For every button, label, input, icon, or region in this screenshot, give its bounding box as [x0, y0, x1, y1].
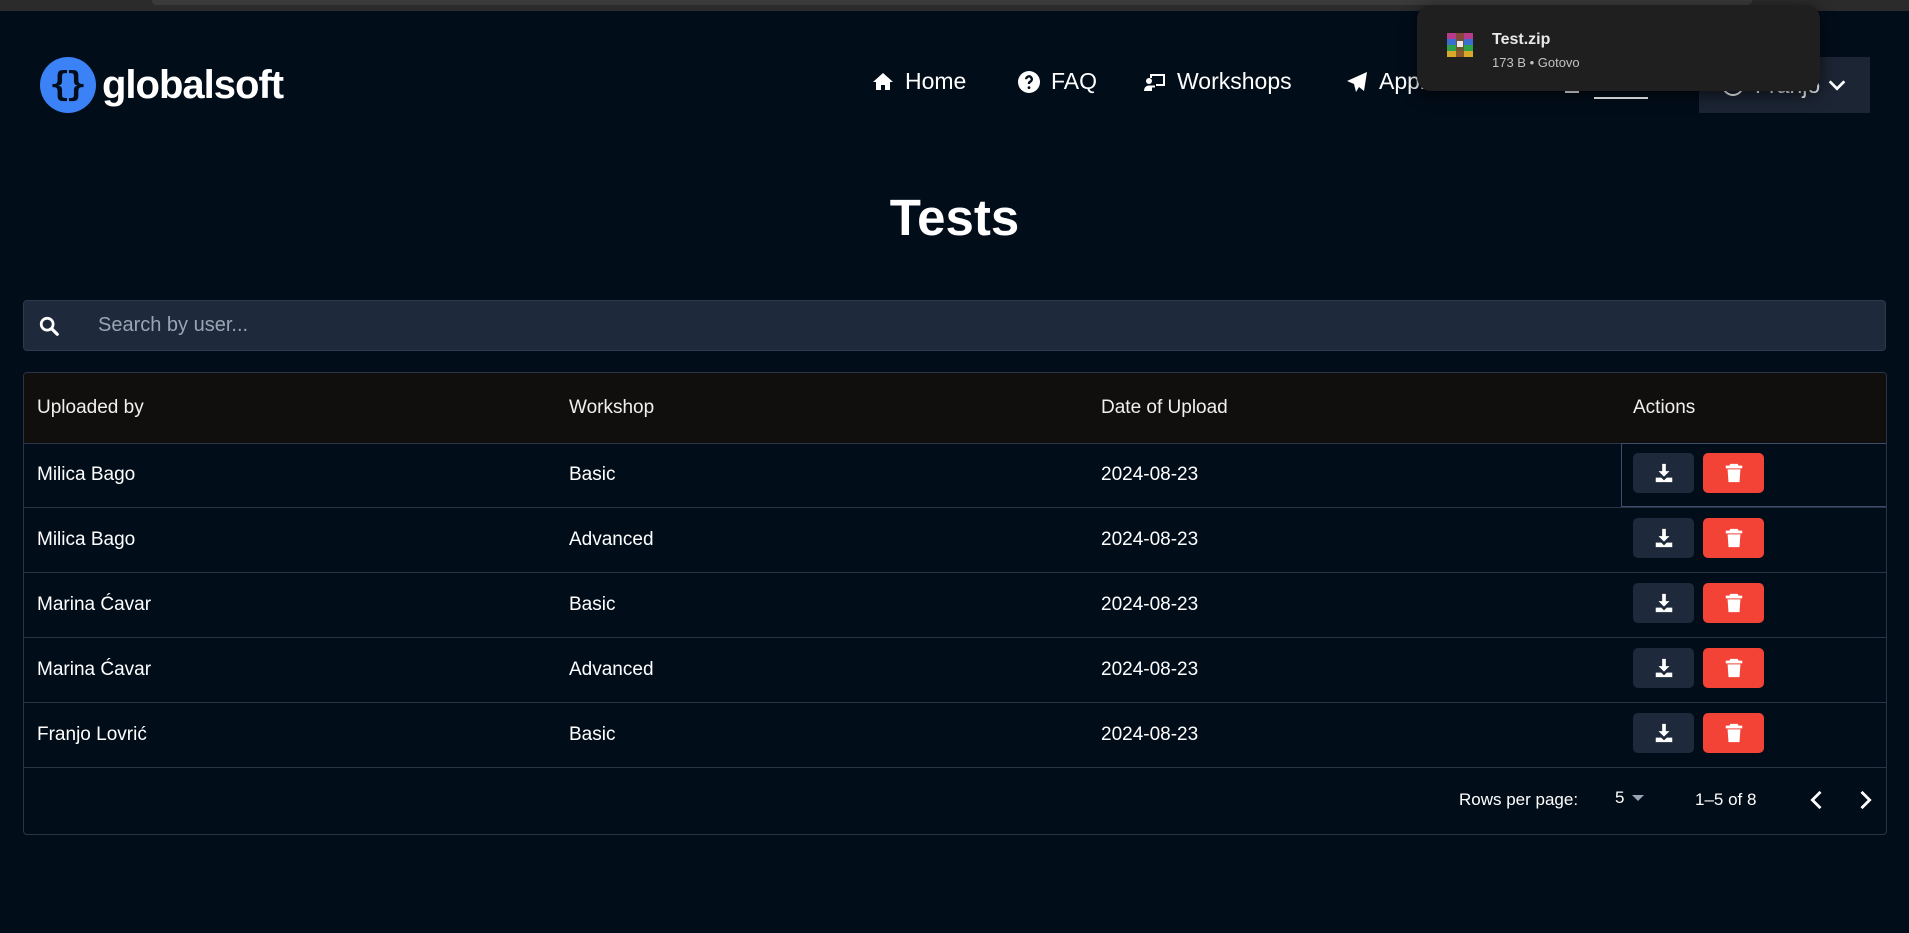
cell-workshop: Basic: [569, 724, 616, 745]
table-row: Milica Bago Basic 2024-08-23: [24, 443, 1886, 508]
cell-uploaded-by: Marina Ćavar: [37, 594, 152, 615]
chevron-left-icon: [1810, 790, 1822, 810]
cell-date: 2024-08-23: [1101, 529, 1199, 550]
table-row: Franjo Lovrić Basic 2024-08-23: [24, 703, 1886, 768]
download-button[interactable]: [1633, 583, 1694, 623]
trash-icon: [1725, 463, 1742, 483]
nav-workshops[interactable]: Workshops: [1143, 68, 1292, 95]
download-meta: 173 B • Gotovo: [1492, 55, 1580, 70]
header-uploaded-by[interactable]: Uploaded by: [37, 397, 144, 419]
download-icon: [1655, 723, 1672, 743]
page-title: Tests: [889, 189, 1020, 246]
download-button[interactable]: [1633, 648, 1694, 688]
delete-button[interactable]: [1703, 518, 1764, 558]
archive-icon: [1447, 33, 1473, 57]
trash-icon: [1725, 658, 1742, 678]
search-input[interactable]: [74, 301, 1854, 350]
paper-plane-icon: [1347, 71, 1367, 92]
trash-icon: [1725, 593, 1742, 613]
cell-uploaded-by: Marina Ćavar: [37, 659, 152, 680]
cell-date: 2024-08-23: [1101, 464, 1199, 485]
search-icon: [39, 316, 59, 336]
download-button[interactable]: [1633, 713, 1694, 753]
nav-home[interactable]: Home: [871, 68, 966, 95]
download-popup[interactable]: Test.zip 173 B • Gotovo: [1417, 5, 1820, 91]
cell-date: 2024-08-23: [1101, 594, 1199, 615]
caret-down-icon: [1632, 795, 1645, 801]
nav-home-label: Home: [905, 68, 967, 94]
trash-icon: [1725, 528, 1742, 548]
cell-workshop: Basic: [569, 594, 616, 615]
header-actions: Actions: [1633, 397, 1696, 418]
header-workshop[interactable]: Workshop: [569, 397, 654, 419]
nav-faq[interactable]: FAQ: [1017, 68, 1097, 95]
cell-uploaded-by: Milica Bago: [37, 464, 136, 485]
cell-uploaded-by: Franjo Lovrić: [37, 724, 147, 745]
download-filename: Test.zip: [1492, 31, 1551, 48]
search-bar[interactable]: [23, 300, 1886, 351]
delete-button[interactable]: [1703, 583, 1764, 623]
download-button[interactable]: [1633, 453, 1694, 493]
delete-button[interactable]: [1703, 453, 1764, 493]
chevron-down-icon: [1828, 80, 1846, 91]
download-icon: [1655, 463, 1672, 483]
table-row: Milica Bago Advanced 2024-08-23: [24, 508, 1886, 573]
header-date-of-upload[interactable]: Date of Upload: [1101, 397, 1228, 419]
tests-table: Uploaded by Workshop Date of Upload Acti…: [23, 372, 1887, 835]
home-icon: [873, 72, 893, 90]
table-row: Marina Ćavar Basic 2024-08-23: [24, 573, 1886, 638]
nav-workshops-label: Workshops: [1177, 68, 1292, 94]
chevron-right-icon: [1860, 790, 1872, 810]
next-page-button[interactable]: [1851, 786, 1879, 814]
trash-icon: [1725, 723, 1742, 743]
cell-date: 2024-08-23: [1101, 724, 1199, 745]
cell-workshop: Basic: [569, 464, 616, 485]
rows-per-page-select[interactable]: 5: [1615, 788, 1645, 808]
cell-uploaded-by: Milica Bago: [37, 529, 136, 550]
table-row: Marina Ćavar Advanced 2024-08-23: [24, 638, 1886, 703]
download-icon: [1655, 593, 1672, 613]
rows-per-page-label: Rows per page:: [1459, 790, 1579, 809]
download-icon: [1655, 528, 1672, 548]
cell-workshop: Advanced: [569, 659, 654, 680]
download-button[interactable]: [1633, 518, 1694, 558]
table-header: Uploaded by Workshop Date of Upload Acti…: [24, 373, 1886, 444]
cell-workshop: Advanced: [569, 529, 654, 550]
cell-date: 2024-08-23: [1101, 659, 1199, 680]
nav-faq-label: FAQ: [1051, 68, 1098, 94]
delete-button[interactable]: [1703, 648, 1764, 688]
pagination-range: 1–5 of 8: [1695, 790, 1757, 809]
pagination: Rows per page: 5 1–5 of 8: [24, 768, 1886, 834]
chalkboard-teacher-icon: [1144, 73, 1165, 91]
download-icon: [1655, 658, 1672, 678]
question-circle-icon: [1018, 70, 1040, 93]
previous-page-button[interactable]: [1803, 786, 1831, 814]
rows-per-page-value: 5: [1615, 788, 1625, 807]
delete-button[interactable]: [1703, 713, 1764, 753]
